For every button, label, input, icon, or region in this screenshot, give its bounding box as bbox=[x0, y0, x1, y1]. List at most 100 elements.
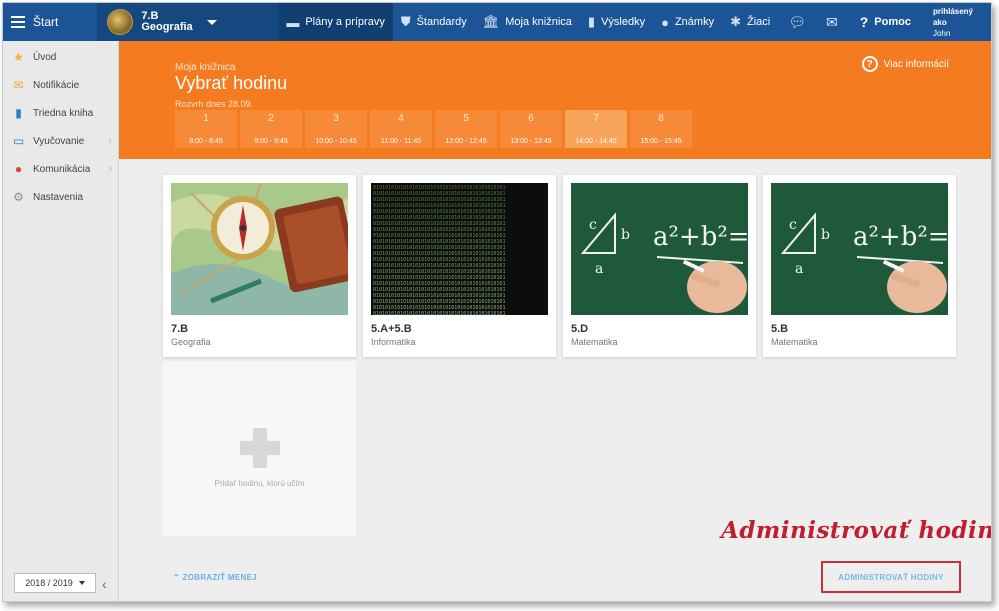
svg-text:a²+b²=c²: a²+b²=c² bbox=[653, 222, 748, 252]
class-selector-text: 7.B Geografia bbox=[141, 11, 192, 33]
nav-item-5[interactable]: ✱ Žiaci bbox=[722, 3, 778, 41]
administer-classes-button[interactable]: ADMINISTROVAŤ HODINY bbox=[821, 561, 961, 593]
user-caption: Ste prihlásený ako bbox=[932, 3, 973, 27]
page-title: Vybrať hodinu bbox=[175, 73, 288, 93]
class-thumbnail bbox=[171, 183, 348, 315]
help-button[interactable]: ? Pomoc bbox=[848, 14, 923, 30]
bar-chart-icon: ▮ bbox=[587, 14, 596, 29]
schedule-slot[interactable]: 3 10:00 - 10:45 bbox=[305, 110, 367, 148]
class-card-subject: Geografia bbox=[171, 337, 211, 347]
sidebar-item-5[interactable]: ⚙ Nastavenia bbox=[3, 183, 118, 211]
sidebar-item-label: Notifikácie bbox=[33, 79, 80, 91]
school-year-value: 2018 / 2019 bbox=[25, 578, 73, 588]
sidebar-item-label: Vyučovanie bbox=[33, 135, 85, 147]
class-card[interactable]: 7.B Geografia bbox=[163, 175, 356, 357]
more-info-link[interactable]: ? Viac informácií bbox=[861, 56, 949, 72]
nav-item-2[interactable]: 🏛 Moja knižnica bbox=[475, 3, 580, 41]
class-card-subject: Informatika bbox=[371, 337, 416, 347]
book-icon: ▮ bbox=[15, 106, 22, 120]
page-header: Moja knižnica Vybrať hodinu Rozvrh dnes … bbox=[119, 41, 991, 159]
show-less-label: ZOBRAZIŤ MENEJ bbox=[182, 573, 257, 582]
question-icon: ? bbox=[859, 14, 869, 30]
class-card-name: 5.B bbox=[771, 323, 789, 335]
plus-icon-bar bbox=[240, 441, 280, 455]
class-subject: Geografia bbox=[141, 21, 193, 33]
top-navigation-bar: Štart 7.B Geografia ▬ Plány a prípravy ⛊ Št… bbox=[3, 3, 991, 49]
class-thumbnail: c b a a²+b²=c² bbox=[571, 183, 748, 315]
class-card-subject: Matematika bbox=[771, 337, 818, 347]
nav-item-4[interactable]: ● Známky bbox=[653, 3, 722, 41]
sidebar-item-label: Úvod bbox=[33, 51, 57, 63]
svg-text:c: c bbox=[589, 217, 597, 233]
library-icon: 🏛 bbox=[482, 14, 500, 29]
slot-number: 6 bbox=[528, 113, 534, 124]
start-label: Štart bbox=[33, 15, 59, 29]
slot-number: 2 bbox=[268, 113, 274, 124]
sidebar-item-1[interactable]: ✉ Notifikácie bbox=[3, 71, 118, 99]
slot-number: 3 bbox=[333, 113, 339, 124]
nav-item-label: Známky bbox=[674, 16, 715, 28]
schedule-slot[interactable]: 8 15:00 - 15:45 bbox=[630, 110, 692, 148]
sidebar-item-0[interactable]: ★ Úvod bbox=[3, 43, 118, 71]
sidebar-item-2[interactable]: ▮ Triedna kniha bbox=[3, 99, 118, 127]
schedule-slot[interactable]: 4 11:00 - 11:45 bbox=[370, 110, 432, 148]
show-less-link[interactable]: ⌃ ZOBRAZIŤ MENEJ bbox=[173, 573, 257, 582]
schedule-slots: 1 8:00 - 8:45 2 9:00 - 9:45 3 10:00 - 10:45 4 1… bbox=[175, 110, 692, 148]
help-circle-icon: ? bbox=[861, 56, 878, 72]
school-year-select[interactable]: 2018 / 2019 bbox=[14, 573, 96, 593]
mail-icon[interactable]: ✉ bbox=[816, 14, 848, 31]
help-label: Pomoc bbox=[874, 16, 911, 28]
class-card-name: 5.A+5.B bbox=[371, 323, 412, 335]
class-card-name: 7.B bbox=[171, 323, 189, 335]
class-card[interactable]: c b a a²+b²=c² 5.B Matematika bbox=[763, 175, 956, 357]
collapse-sidebar-icon[interactable]: ‹ bbox=[102, 576, 107, 592]
class-thumbnail: 0101010101010101010101010101010101010101… bbox=[371, 183, 548, 315]
start-menu-button[interactable]: Štart bbox=[3, 3, 97, 41]
class-card[interactable]: 0101010101010101010101010101010101010101… bbox=[363, 175, 556, 357]
handwritten-annotation: Administrovať hodiny bbox=[721, 517, 992, 544]
sidebar-item-4[interactable]: ● Komunikácia › bbox=[3, 155, 118, 183]
slot-time: 14:00 - 14:45 bbox=[575, 138, 617, 145]
sidebar-item-label: Nastavenia bbox=[33, 191, 84, 203]
add-class-card[interactable]: Pridať hodinu, ktorú učím bbox=[163, 361, 356, 536]
chevron-down-icon bbox=[206, 19, 217, 25]
grades-icon: ● bbox=[661, 14, 669, 30]
nav-item-1[interactable]: ⛊ Štandardy bbox=[393, 3, 475, 41]
chat-icon[interactable]: 💬︎ bbox=[778, 14, 816, 31]
schedule-slot[interactable]: 2 9:00 - 9:45 bbox=[240, 110, 302, 148]
slot-number: 8 bbox=[658, 113, 664, 124]
schedule-slot[interactable]: 5 12:00 - 12:45 bbox=[435, 110, 497, 148]
svg-text:a: a bbox=[795, 261, 803, 277]
class-card[interactable]: c b a a²+b²=c² 5.D Matematika bbox=[563, 175, 756, 357]
slot-number: 4 bbox=[398, 113, 404, 124]
nav-item-3[interactable]: ▮ Výsledky bbox=[580, 3, 653, 41]
slot-number: 7 bbox=[593, 113, 599, 124]
breadcrumb[interactable]: Moja knižnica bbox=[175, 62, 236, 73]
sidebar-item-label: Komunikácia bbox=[33, 163, 91, 175]
sidebar-menu: ★ Úvod ✉ Notifikácie ▮ Triedna kniha ▭ Vyučovan… bbox=[3, 41, 118, 211]
slot-time: 8:00 - 8:45 bbox=[189, 138, 223, 145]
open-book-icon: ▭ bbox=[12, 134, 25, 148]
schedule-slot[interactable]: 1 8:00 - 8:45 bbox=[175, 110, 237, 148]
svg-text:c: c bbox=[789, 217, 797, 233]
dropdown-arrow-icon bbox=[78, 581, 85, 585]
sidebar: ★ Úvod ✉ Notifikácie ▮ Triedna kniha ▭ Vyučovan… bbox=[3, 41, 119, 601]
slot-number: 1 bbox=[203, 113, 209, 124]
star-icon: ★ bbox=[13, 50, 24, 64]
nav-item-0[interactable]: ▬ Plány a prípravy bbox=[278, 3, 393, 41]
app-window: Štart 7.B Geografia ▬ Plány a prípravy ⛊ Št… bbox=[2, 2, 992, 602]
envelope-icon: ✉ bbox=[13, 78, 24, 92]
class-selector[interactable]: 7.B Geografia bbox=[97, 3, 279, 41]
slot-time: 11:00 - 11:45 bbox=[380, 138, 422, 145]
svg-text:a²+b²=c²: a²+b²=c² bbox=[853, 222, 948, 252]
schedule-slot[interactable]: 6 13:00 - 13:45 bbox=[500, 110, 562, 148]
class-cards-area: 7.B Geografia 0101010101010101010101010101… bbox=[119, 159, 992, 601]
slot-time: 13:00 - 13:45 bbox=[510, 138, 552, 145]
hamburger-icon bbox=[11, 16, 25, 28]
schedule-slot[interactable]: 7 14:00 - 14:45 bbox=[565, 110, 627, 148]
class-card-subject: Matematika bbox=[571, 337, 618, 347]
chat-icon: ● bbox=[14, 162, 23, 176]
svg-text:b: b bbox=[821, 227, 830, 243]
sidebar-item-3[interactable]: ▭ Vyučovanie › bbox=[3, 127, 118, 155]
slot-number: 5 bbox=[463, 113, 469, 124]
